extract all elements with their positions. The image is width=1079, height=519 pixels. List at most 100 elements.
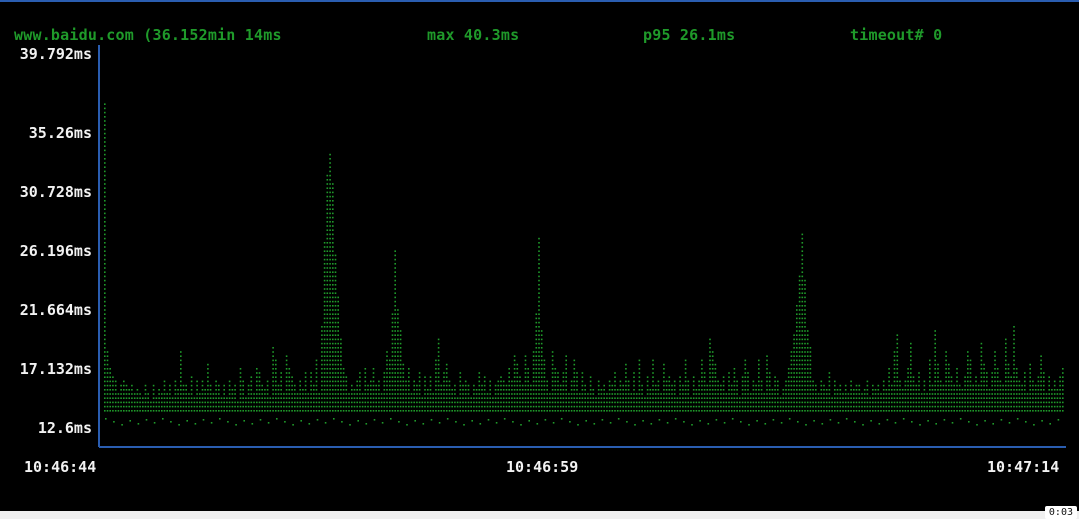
latency-point (557, 384, 559, 387)
latency-point (638, 384, 641, 387)
latency-point (383, 384, 386, 387)
latency-point (351, 410, 353, 412)
latency-point (275, 397, 277, 399)
latency-point (845, 418, 848, 420)
latency-point (766, 397, 768, 399)
latency-point (334, 279, 337, 282)
latency-point (106, 405, 109, 408)
latency-point (654, 393, 657, 395)
latency-point (104, 393, 106, 395)
latency-point (326, 267, 329, 269)
latency-point (408, 397, 410, 399)
latency-point (684, 372, 687, 374)
latency-point (391, 313, 394, 315)
latency-point (418, 401, 421, 404)
latency-point (321, 334, 323, 336)
latency-point (357, 420, 359, 422)
latency-point (361, 401, 364, 404)
latency-point (318, 397, 320, 399)
latency-point (494, 393, 497, 395)
latency-point (945, 393, 947, 395)
latency-point (551, 363, 554, 366)
latency-point (638, 401, 641, 404)
latency-point (524, 355, 527, 357)
latency-point (258, 389, 261, 391)
latency-point (390, 418, 392, 420)
latency-point (836, 401, 839, 404)
latency-point (180, 359, 182, 362)
latency-point (725, 393, 728, 395)
latency-point (432, 410, 434, 412)
latency-point (337, 342, 339, 345)
latency-point (329, 204, 331, 206)
latency-point (190, 405, 193, 408)
latency-point (226, 410, 228, 412)
latency-point (573, 401, 576, 404)
latency-point (570, 389, 573, 391)
latency-point (899, 389, 901, 391)
latency-point (1062, 389, 1064, 391)
latency-point (538, 359, 540, 362)
latency-point (152, 393, 155, 395)
latency-point (600, 401, 603, 404)
latency-point (104, 254, 106, 257)
latency-point (310, 405, 312, 408)
latency-point (649, 410, 652, 412)
latency-point (714, 405, 717, 408)
latency-point (204, 397, 206, 399)
latency-point (370, 393, 372, 395)
latency-point (218, 389, 220, 391)
latency-point (329, 393, 331, 395)
latency-point (294, 410, 296, 412)
terminal-scrollbar[interactable] (0, 511, 1079, 519)
latency-point (929, 363, 931, 366)
latency-point (280, 380, 282, 383)
latency-point (942, 393, 945, 395)
latency-point (516, 376, 519, 378)
latency-point (907, 368, 909, 370)
latency-point (402, 368, 405, 370)
latency-point (988, 401, 991, 404)
latency-point (128, 397, 130, 399)
latency-point (608, 384, 611, 387)
latency-point (104, 195, 106, 198)
latency-point (505, 397, 508, 399)
latency-point (576, 410, 578, 412)
latency-point (585, 420, 587, 422)
latency-point (332, 221, 334, 223)
latency-point (668, 380, 671, 383)
latency-point (961, 401, 964, 404)
latency-point (755, 384, 757, 387)
latency-point (112, 393, 114, 395)
latency-point (272, 410, 274, 412)
latency-point (904, 405, 907, 408)
latency-point (532, 410, 535, 412)
latency-point (725, 405, 728, 408)
latency-point (310, 376, 312, 378)
latency-point (565, 393, 567, 395)
latency-point (801, 271, 804, 273)
latency-point (923, 389, 926, 391)
latency-point (823, 410, 825, 412)
latency-point (133, 405, 136, 408)
latency-point (809, 351, 812, 353)
latency-point (345, 376, 348, 378)
latency-point (798, 351, 801, 353)
latency-point (741, 380, 744, 383)
latency-point (304, 380, 307, 383)
latency-point (337, 305, 339, 307)
latency-point (326, 233, 329, 236)
latency-point (934, 368, 936, 370)
latency-point (763, 401, 766, 404)
latency-point (801, 330, 804, 332)
latency-point (798, 397, 801, 399)
latency-point (367, 405, 369, 408)
latency-point (193, 397, 196, 399)
latency-point (481, 410, 483, 412)
latency-point (435, 397, 437, 399)
latency-point (744, 410, 747, 412)
latency-point (576, 372, 578, 374)
latency-point (310, 410, 312, 412)
latency-point (1034, 389, 1037, 391)
latency-point (584, 405, 586, 408)
